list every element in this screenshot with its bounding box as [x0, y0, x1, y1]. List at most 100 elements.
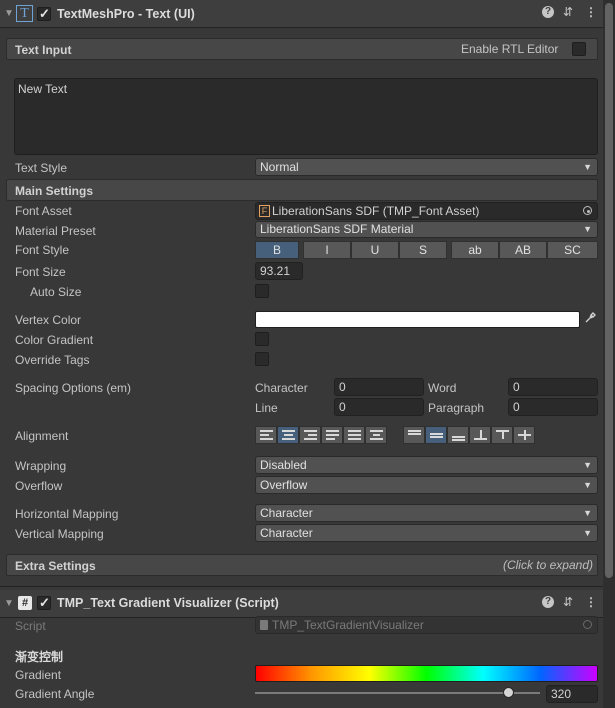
- bold-button[interactable]: B: [255, 241, 299, 259]
- override-tags-checkbox[interactable]: [255, 352, 269, 366]
- line-spacing-value: 0: [339, 400, 346, 414]
- align-middle-button[interactable]: [425, 426, 447, 444]
- component-header-gradient-visualizer[interactable]: ▼ # TMP_Text Gradient Visualizer (Script…: [0, 590, 603, 618]
- help-icon[interactable]: ?: [542, 596, 554, 608]
- font-asset-field[interactable]: F LiberationSans SDF (TMP_Font Asset): [255, 202, 598, 220]
- font-size-label: Font Size: [15, 265, 66, 279]
- spacing-options-label: Spacing Options (em): [15, 381, 132, 395]
- component-header-textmeshpro[interactable]: ▼ T TextMeshPro - Text (UI) ? ⇵ ⋮: [0, 0, 603, 28]
- chevron-down-icon: ▼: [583, 508, 592, 518]
- script-field: TMP_TextGradientVisualizer: [255, 616, 598, 634]
- text-style-value: Normal: [260, 160, 299, 174]
- text-style-label: Text Style: [15, 161, 68, 175]
- align-bottom-icon: [452, 430, 465, 441]
- vertical-mapping-dropdown[interactable]: Character ▼: [255, 524, 598, 542]
- chevron-down-icon: ▼: [583, 224, 592, 234]
- foldout-arrow-icon[interactable]: ▼: [4, 598, 14, 609]
- presets-icon[interactable]: ⇵: [563, 5, 573, 19]
- click-to-expand-hint: (Click to expand): [502, 558, 593, 572]
- align-capline-button[interactable]: [513, 426, 535, 444]
- vertical-mapping-label: Vertical Mapping: [15, 527, 104, 541]
- line-spacing-field[interactable]: 0: [334, 398, 424, 416]
- material-preset-dropdown[interactable]: LiberationSans SDF Material ▼: [255, 221, 598, 238]
- line-spacing-label: Line: [255, 401, 278, 415]
- italic-button[interactable]: I: [303, 241, 351, 259]
- rtl-editor-checkbox[interactable]: [572, 42, 586, 56]
- text-style-dropdown[interactable]: Normal ▼: [255, 158, 598, 176]
- word-spacing-field[interactable]: 0: [508, 378, 598, 396]
- align-flush-button[interactable]: [343, 426, 365, 444]
- chevron-down-icon: ▼: [583, 528, 592, 538]
- align-center-button[interactable]: [277, 426, 299, 444]
- inspector-scrollbar-thumb[interactable]: [605, 3, 613, 578]
- context-menu-icon[interactable]: ⋮: [585, 5, 597, 19]
- align-midline-button[interactable]: [491, 426, 513, 444]
- color-gradient-checkbox[interactable]: [255, 332, 269, 346]
- foldout-arrow-icon[interactable]: ▼: [4, 8, 14, 19]
- text-input-value: New Text: [18, 82, 68, 96]
- gradient-angle-field[interactable]: 320: [546, 685, 598, 703]
- smallcaps-button[interactable]: SC: [547, 241, 598, 259]
- font-asset-value: LiberationSans SDF (TMP_Font Asset): [272, 204, 480, 218]
- gradient-label: Gradient: [15, 668, 62, 682]
- align-right-button[interactable]: [299, 426, 321, 444]
- align-top-button[interactable]: [403, 426, 425, 444]
- text-input-area[interactable]: New Text: [14, 78, 598, 155]
- wrapping-dropdown[interactable]: Disabled ▼: [255, 456, 598, 474]
- overflow-dropdown[interactable]: Overflow ▼: [255, 476, 598, 494]
- paragraph-spacing-field[interactable]: 0: [508, 398, 598, 416]
- overflow-label: Overflow: [15, 479, 63, 493]
- component-enabled-checkbox[interactable]: [37, 595, 51, 611]
- alignment-toolbar: [255, 426, 549, 444]
- align-baseline-button[interactable]: [469, 426, 491, 444]
- align-justified-button[interactable]: [321, 426, 343, 444]
- presets-icon[interactable]: ⇵: [563, 595, 573, 609]
- main-settings-label: Main Settings: [15, 184, 94, 198]
- gradient-angle-slider-track[interactable]: [255, 692, 540, 694]
- strikethrough-button[interactable]: S: [399, 241, 447, 259]
- character-spacing-value: 0: [339, 380, 346, 394]
- object-picker-icon: [583, 620, 592, 629]
- vertex-color-label: Vertex Color: [15, 313, 82, 327]
- align-center-icon: [282, 430, 295, 440]
- character-spacing-field[interactable]: 0: [334, 378, 424, 396]
- uppercase-button[interactable]: AB: [499, 241, 547, 259]
- textmeshpro-icon: T: [16, 5, 33, 22]
- gradient-field[interactable]: [255, 665, 598, 682]
- alignment-label: Alignment: [15, 429, 69, 443]
- font-style-toolbar: B I U S ab AB SC: [255, 241, 598, 259]
- chevron-down-icon: ▼: [583, 162, 592, 172]
- auto-size-checkbox[interactable]: [255, 284, 269, 298]
- rtl-editor-label: Enable RTL Editor: [461, 42, 559, 56]
- align-justified-icon: [326, 430, 339, 440]
- font-size-field[interactable]: 93.21: [255, 262, 303, 280]
- extra-settings-section-header[interactable]: Extra Settings (Click to expand): [6, 554, 598, 576]
- material-preset-label: Material Preset: [15, 224, 96, 238]
- lowercase-button[interactable]: ab: [451, 241, 499, 259]
- horizontal-mapping-dropdown[interactable]: Character ▼: [255, 504, 598, 522]
- gradient-angle-slider-thumb[interactable]: [502, 687, 514, 698]
- component-title: TextMeshPro - Text (UI): [57, 7, 195, 21]
- align-right-icon: [304, 430, 317, 440]
- vertex-color-swatch[interactable]: [255, 311, 580, 328]
- word-spacing-label: Word: [428, 381, 457, 395]
- gradient-angle-label: Gradient Angle: [15, 687, 95, 701]
- gradient-angle-value: 320: [551, 687, 572, 701]
- main-settings-section-header: Main Settings: [6, 179, 598, 201]
- align-middle-icon: [430, 430, 443, 440]
- underline-button[interactable]: U: [351, 241, 399, 259]
- eyedropper-icon[interactable]: [584, 312, 596, 327]
- align-geometry-center-button[interactable]: [365, 426, 387, 444]
- wrapping-value: Disabled: [260, 458, 307, 472]
- object-picker-icon[interactable]: [583, 206, 592, 215]
- align-bottom-button[interactable]: [447, 426, 469, 444]
- component-enabled-checkbox[interactable]: [37, 6, 51, 22]
- script-label: Script: [15, 619, 46, 633]
- align-left-button[interactable]: [255, 426, 277, 444]
- chevron-down-icon: ▼: [583, 460, 592, 470]
- context-menu-icon[interactable]: ⋮: [585, 595, 597, 609]
- help-icon[interactable]: ?: [542, 6, 554, 18]
- script-value: TMP_TextGradientVisualizer: [272, 618, 424, 632]
- align-baseline-icon: [474, 430, 487, 440]
- horizontal-mapping-value: Character: [260, 506, 313, 520]
